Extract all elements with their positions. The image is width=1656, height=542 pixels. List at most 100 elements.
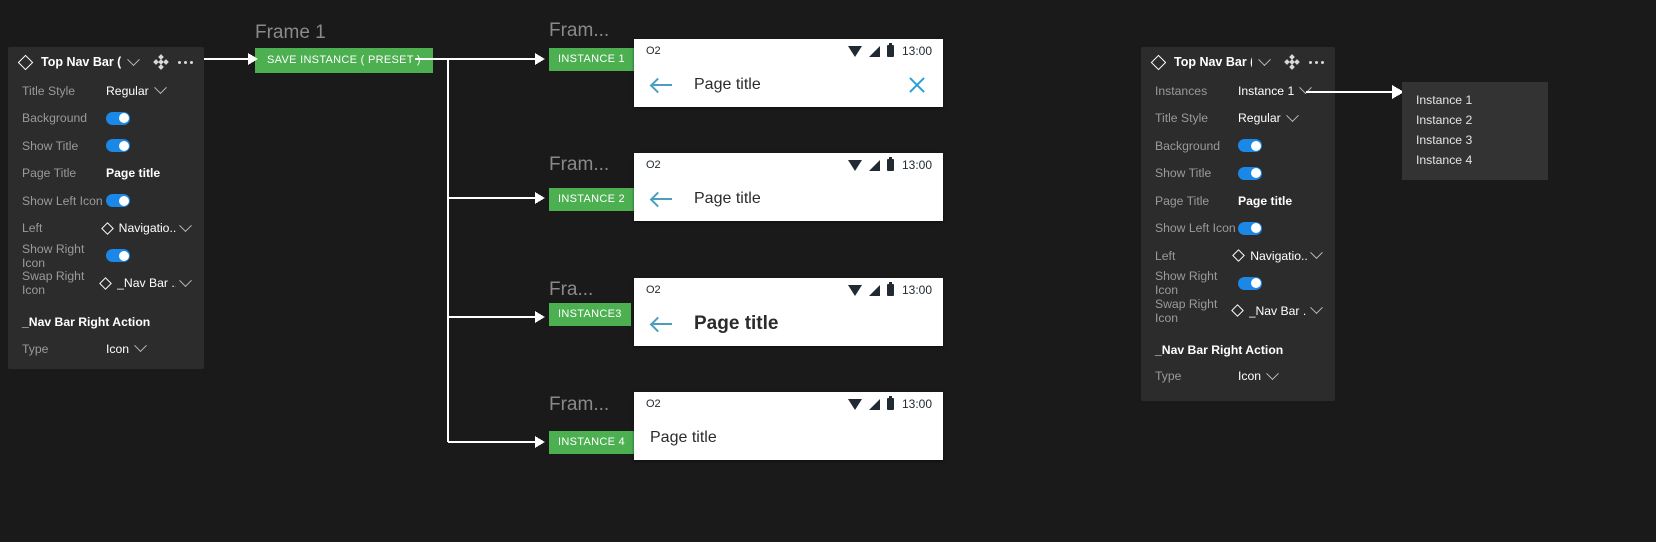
toggle-switch-background[interactable]	[1238, 139, 1262, 153]
row-value[interactable]: Regular	[1238, 109, 1321, 126]
row-value[interactable]	[106, 139, 190, 153]
row-value[interactable]	[1238, 276, 1321, 290]
chevron-down-icon[interactable]	[134, 339, 147, 353]
wifi-icon	[847, 45, 862, 57]
row-value[interactable]	[1238, 221, 1321, 235]
phone-card-1: O2 13:00 Page title	[634, 39, 943, 107]
status-icons	[847, 396, 894, 410]
chevron-down-icon[interactable]	[127, 52, 140, 66]
instance-chip-1[interactable]: INSTANCE 1	[549, 48, 634, 71]
row-value[interactable]: Regular	[106, 81, 190, 98]
right-panel-section-rows: Type Icon	[1141, 363, 1335, 391]
top-nav-bar: Page title	[634, 177, 943, 221]
row-value: Page title	[106, 166, 190, 180]
status-icons	[847, 43, 894, 57]
right-row-title-style: Title Style Regular	[1141, 105, 1335, 133]
left-panel-header[interactable]: Top Nav Bar ( An...	[8, 47, 204, 77]
dropdown-item-2[interactable]: Instance 2	[1402, 110, 1548, 130]
row-value[interactable]	[1238, 166, 1321, 180]
value-text: Page title	[106, 166, 161, 181]
toggle-switch-show-right-icon[interactable]	[1238, 276, 1262, 290]
toggle-switch-show-left-icon[interactable]	[1238, 221, 1262, 235]
row-value[interactable]: _Nav Bar ...	[1230, 301, 1323, 318]
signal-icon	[868, 284, 880, 296]
chevron-down-icon[interactable]	[153, 81, 167, 95]
row-value[interactable]	[106, 111, 190, 125]
instances-dropdown[interactable]: Instance 1 Instance 2 Instance 3 Instance 4	[1402, 82, 1548, 180]
row-label: Title Style	[1155, 111, 1209, 126]
carrier-label: O2	[646, 45, 661, 57]
chevron-down-icon[interactable]	[1310, 246, 1323, 260]
toggle-switch-show-title[interactable]	[1238, 166, 1262, 180]
move-icon[interactable]	[153, 54, 169, 70]
chevron-down-icon[interactable]	[179, 274, 192, 287]
signal-icon	[868, 398, 880, 410]
phone-card-3: O2 13:00 Page title	[634, 278, 943, 346]
save-instance-preset-chip[interactable]: SAVE INSTANCE ( PRESET )	[255, 48, 433, 73]
right-panel-header[interactable]: Top Nav Bar ( An...	[1141, 47, 1335, 77]
status-icons	[847, 282, 894, 296]
row-label: Title Style	[22, 83, 76, 98]
back-arrow-icon[interactable]	[650, 74, 676, 96]
row-value[interactable]: _Nav Bar ...	[99, 274, 192, 291]
status-bar: O2 13:00	[634, 392, 943, 416]
dropdown-item-1[interactable]: Instance 1	[1402, 90, 1548, 110]
more-options-icon[interactable]	[1307, 60, 1325, 64]
row-value[interactable]	[1238, 139, 1321, 153]
dropdown-item-4[interactable]: Instance 4	[1402, 150, 1548, 170]
carrier-label: O2	[646, 159, 661, 171]
component-diamond-icon	[17, 54, 34, 70]
chevron-down-icon[interactable]	[1258, 52, 1271, 66]
chevron-down-icon[interactable]	[1266, 367, 1279, 380]
carrier-label: O2	[646, 398, 661, 410]
toggle-switch-background[interactable]	[106, 111, 130, 125]
value-text: Icon	[1238, 369, 1262, 384]
row-label: Instances	[1155, 83, 1208, 98]
page-title: Page title	[694, 76, 761, 93]
battery-icon	[886, 282, 894, 296]
nav-bar-wrapper: Page title	[634, 177, 943, 221]
back-arrow-icon[interactable]	[650, 313, 676, 335]
row-value[interactable]: Navigatio...	[1232, 246, 1323, 263]
value-text: _Nav Bar ...	[117, 276, 176, 291]
toggle-switch-show-right-icon[interactable]	[106, 249, 130, 263]
phone-card-2: O2 13:00 Page title	[634, 153, 943, 221]
row-value[interactable]	[106, 194, 190, 208]
chevron-down-icon[interactable]	[1310, 301, 1323, 315]
back-arrow-icon[interactable]	[650, 188, 676, 210]
chevron-down-icon[interactable]	[179, 219, 192, 232]
row-value[interactable]: Navigatio...	[100, 219, 192, 235]
row-label: Show Title	[1155, 166, 1212, 181]
page-title: Page title	[650, 429, 717, 446]
row-value[interactable]: Icon	[106, 339, 190, 356]
row-label: Left	[1155, 248, 1176, 263]
right-row-show-right-icon: Show Right Icon	[1141, 269, 1335, 297]
toggle-switch-show-left-icon[interactable]	[106, 194, 130, 208]
instance-frame-label-1: Fram...	[549, 20, 610, 41]
value-text: Regular	[1238, 111, 1281, 126]
row-value[interactable]: Icon	[1238, 367, 1321, 384]
close-icon[interactable]	[907, 75, 927, 95]
row-label: Type	[22, 341, 49, 356]
nav-bar-wrapper: Page title	[634, 302, 943, 346]
battery-icon	[886, 157, 894, 171]
page-title: Page title	[694, 190, 761, 207]
wifi-icon	[847, 159, 862, 171]
right-panel-rows: Instances Instance 1 Title Style Regular Bac…	[1141, 77, 1335, 325]
phone-card-4: O2 13:00 Page title	[634, 392, 943, 460]
instance-chip-3[interactable]: INSTANCE3	[549, 303, 631, 326]
instance-chip-2[interactable]: INSTANCE 2	[549, 188, 634, 211]
row-value[interactable]	[106, 249, 190, 263]
left-panel-title: Top Nav Bar ( An...	[41, 55, 121, 69]
chevron-down-icon[interactable]	[1285, 109, 1299, 122]
toggle-switch-show-title[interactable]	[106, 139, 130, 153]
top-nav-bar: Page title	[634, 63, 943, 107]
instance-chip-4[interactable]: INSTANCE 4	[549, 431, 634, 454]
status-icons	[847, 157, 894, 171]
left-row-show-left-icon: Show Left Icon	[8, 187, 204, 215]
top-nav-bar: Page title	[634, 302, 943, 346]
left-panel-rows: Title Style Regular Background Show Title Pa…	[8, 77, 204, 297]
dropdown-item-3[interactable]: Instance 3	[1402, 130, 1548, 150]
move-icon[interactable]	[1284, 54, 1300, 70]
more-options-icon[interactable]	[176, 60, 194, 64]
